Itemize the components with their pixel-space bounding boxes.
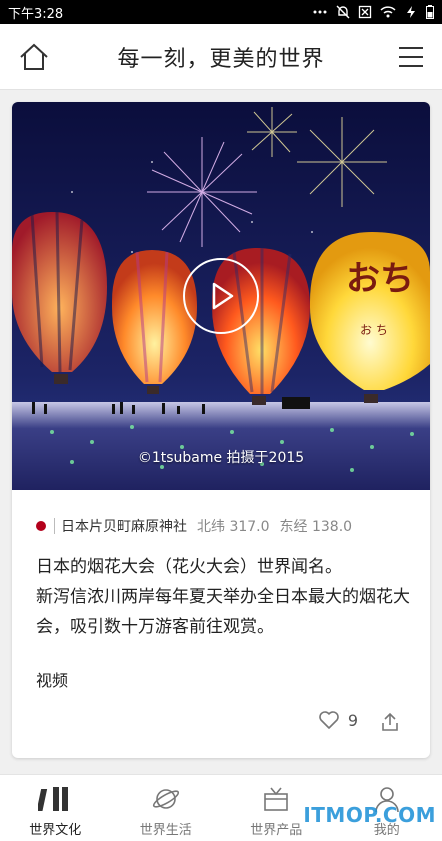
wifi-icon [380,6,396,18]
tab-label: 世界文化 [29,823,82,838]
books-icon [38,787,69,811]
sim-icon [358,5,372,19]
page-title: 每一刻，更美的世界 [117,47,325,72]
location-name: 日本片贝町麻原神社 [61,519,187,535]
dots-icon [313,10,327,14]
status-time: 下午3:28 [8,6,64,22]
planet-icon [152,789,179,809]
tab-label: 世界生活 [139,823,192,838]
description-line: 新泻信浓川两岸每年夏天举办全日本最大的烟花大会，吸引数十万游客前往观赏。 [36,587,410,637]
japan-flag-icon [36,521,46,531]
play-button[interactable] [183,258,259,334]
like-button[interactable]: 9 [318,710,358,730]
media-tag[interactable]: 视频 [36,667,68,691]
description: 日本的烟花大会（花火大会）世界闻名。 新泻信浓川两岸每年夏天举办全日本最大的烟花… [36,552,412,642]
app-header: 每一刻，更美的世界 [0,24,442,90]
divider [54,518,55,534]
location-row: 日本片贝町麻原神社 北纬 317.0 东经 138.0 [36,516,352,536]
watermark: ITMOP.COM [303,803,436,827]
video-thumbnail[interactable]: おち お ち ©1tsubame 拍摄于2015 [12,102,430,490]
tab-label: 世界产品 [250,823,303,838]
photo-credit: ©1tsubame 拍摄于2015 [137,450,305,466]
battery-icon [407,6,415,18]
tab-world-life[interactable]: 世界生活 [111,775,222,841]
tv-icon [264,787,289,811]
battery-level-icon [426,5,434,19]
feature-card[interactable]: おち お ち ©1tsubame 拍摄于2015 日本片贝町麻原神社 北纬 31… [12,102,430,758]
svg-text:おち: おち [346,259,414,299]
like-count: 9 [347,710,358,730]
tab-world-culture[interactable]: 世界文化 [0,775,111,841]
svg-text:お ち: お ち [360,323,388,337]
status-bar: 下午3:28 [0,0,442,24]
longitude: 东经 138.0 [279,519,353,535]
home-icon[interactable] [18,41,50,73]
mute-bell-icon [336,5,350,19]
status-icons [312,5,434,19]
latitude: 北纬 317.0 [197,519,270,535]
menu-icon[interactable] [398,44,424,70]
play-icon [212,282,234,310]
heart-icon [319,711,339,729]
description-line: 日本的烟花大会（花火大会）世界闻名。 [36,557,342,577]
share-icon[interactable] [380,712,400,732]
